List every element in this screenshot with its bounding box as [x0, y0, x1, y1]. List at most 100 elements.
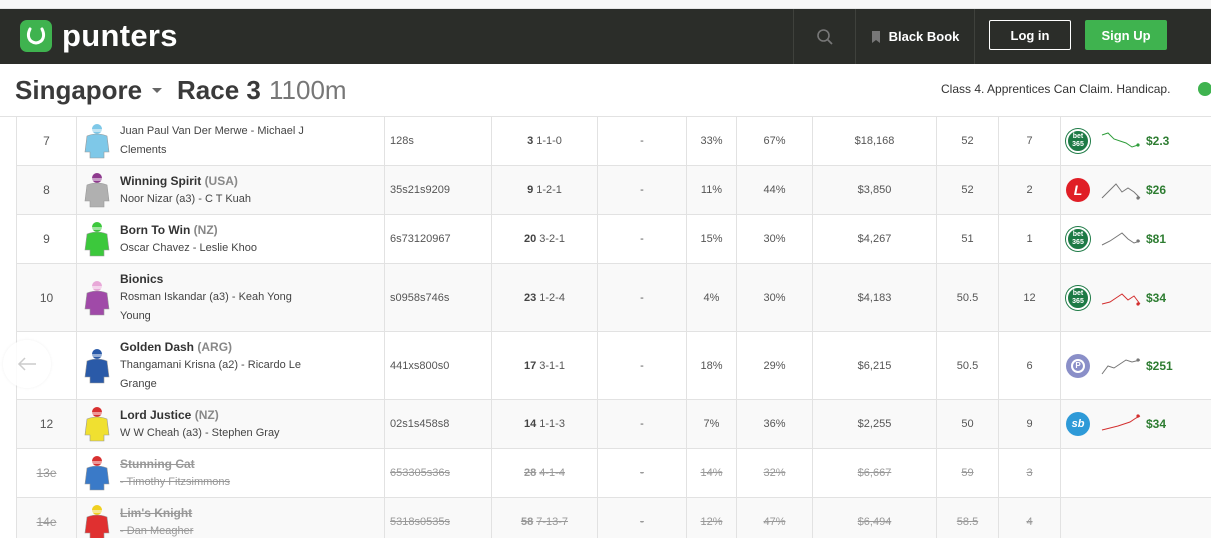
- jockey-trainer[interactable]: Oscar Chavez - Leslie Khoo: [120, 239, 320, 258]
- runner-cell[interactable]: Lim's Knight - Dan Meagher: [77, 498, 385, 538]
- jockey-trainer[interactable]: Noor Nizar (a3) - C T Kuah: [120, 190, 320, 209]
- horse-name[interactable]: Lim's Knight: [120, 504, 320, 522]
- odds-cell[interactable]: bet 365 $81: [1061, 215, 1211, 263]
- win-percent: 15%: [687, 215, 737, 263]
- odds-cell[interactable]: L $26: [1061, 166, 1211, 214]
- odds-cell[interactable]: P $251: [1061, 332, 1211, 399]
- jockey-silk-icon: [84, 456, 110, 491]
- place-percent: 30%: [737, 264, 813, 331]
- table-row[interactable]: 14e Lim's Knight - Dan Meagher 5318s0535…: [17, 498, 1211, 538]
- venue-selector[interactable]: Singapore: [15, 75, 163, 106]
- win-price[interactable]: $26: [1146, 183, 1166, 197]
- weight: 59: [937, 449, 999, 497]
- jockey-trainer[interactable]: - Timothy Fitzsimmons: [120, 473, 320, 492]
- race-distance: 1100m: [269, 75, 347, 105]
- win-price[interactable]: $2.3: [1146, 134, 1169, 148]
- bookmaker-bet365-icon[interactable]: bet 365: [1066, 227, 1090, 251]
- win-price[interactable]: $34: [1146, 291, 1166, 305]
- race-header: Singapore Race 3 1100m Class 4. Apprenti…: [0, 64, 1211, 117]
- table-row[interactable]: 12 Lord Justice (NZ) W W Cheah (a3) - St…: [17, 400, 1211, 449]
- runner-cell[interactable]: Bionics Rosman Iskandar (a3) - Keah Yong…: [77, 264, 385, 331]
- barrier: 4: [999, 498, 1061, 538]
- odds-cell[interactable]: bet 365 $34: [1061, 264, 1211, 331]
- runner-cell[interactable]: Winning Spirit (USA) Noor Nizar (a3) - C…: [77, 166, 385, 214]
- horse-name[interactable]: Golden Dash (ARG): [120, 338, 320, 356]
- place-percent: 30%: [737, 215, 813, 263]
- win-percent: 7%: [687, 400, 737, 448]
- table-row[interactable]: 9 Born To Win (NZ) Oscar Chavez - Leslie…: [17, 215, 1211, 264]
- runner-cell[interactable]: Lord Justice (NZ) W W Cheah (a3) - Steph…: [77, 400, 385, 448]
- career-record: 23 1-2-4: [492, 264, 598, 331]
- runner-cell[interactable]: Golden Dash (ARG) Thangamani Krisna (a2)…: [77, 332, 385, 399]
- jockey-trainer[interactable]: Thangamani Krisna (a2) - Ricardo Le Gran…: [120, 356, 320, 394]
- black-book-label: Black Book: [888, 29, 960, 44]
- odds-cell[interactable]: [1061, 449, 1211, 497]
- weight: 58.5: [937, 498, 999, 538]
- price-sparkline-icon: [1101, 357, 1141, 374]
- table-row[interactable]: 10 Bionics Rosman Iskandar (a3) - Keah Y…: [17, 264, 1211, 332]
- bookmaker-pointsbet-icon[interactable]: P: [1066, 353, 1090, 378]
- scroll-left-button[interactable]: [3, 340, 51, 388]
- prizemoney: $18,168: [813, 117, 937, 165]
- runner-cell[interactable]: Juan Paul Van Der Merwe - Michael J Clem…: [77, 117, 385, 165]
- barrier: 3: [999, 449, 1061, 497]
- black-book-link[interactable]: Black Book: [856, 9, 974, 64]
- logo-text: punters: [62, 18, 178, 53]
- horse-name[interactable]: Born To Win (NZ): [120, 221, 320, 239]
- jockey-trainer[interactable]: W W Cheah (a3) - Stephen Gray: [120, 424, 320, 443]
- venue-name: Singapore: [15, 75, 143, 105]
- win-price[interactable]: $34: [1146, 417, 1166, 431]
- horse-name[interactable]: Winning Spirit (USA): [120, 172, 320, 190]
- win-price[interactable]: $81: [1146, 232, 1166, 246]
- form-figures: 441xs800s0: [385, 332, 492, 399]
- table-row[interactable]: 13e Stunning Cat - Timothy Fitzsimmons 6…: [17, 449, 1211, 498]
- clock-icon[interactable]: [1198, 82, 1211, 96]
- runner-cell[interactable]: Stunning Cat - Timothy Fitzsimmons: [77, 449, 385, 497]
- barrier: 9: [999, 400, 1061, 448]
- bookmark-icon: [871, 30, 880, 43]
- punters-logo[interactable]: punters: [20, 20, 178, 52]
- signup-button[interactable]: Sign Up: [1085, 20, 1167, 50]
- horse-name[interactable]: Lord Justice (NZ): [120, 406, 320, 424]
- bookmaker-bet365-icon[interactable]: bet 365: [1066, 285, 1090, 310]
- career-record: 3 1-1-0: [492, 117, 598, 165]
- runner-cell[interactable]: Born To Win (NZ) Oscar Chavez - Leslie K…: [77, 215, 385, 263]
- search-button[interactable]: [794, 9, 855, 64]
- win-price[interactable]: $251: [1146, 359, 1173, 373]
- horse-name[interactable]: Bionics: [120, 270, 320, 288]
- table-row[interactable]: Golden Dash (ARG) Thangamani Krisna (a2)…: [17, 332, 1211, 400]
- rating-value: -: [598, 498, 687, 538]
- login-button[interactable]: Log in: [989, 20, 1071, 50]
- horse-name[interactable]: Stunning Cat: [120, 455, 320, 473]
- odds-cell[interactable]: [1061, 498, 1211, 538]
- bookmaker-ladbrokes-icon[interactable]: L: [1066, 178, 1090, 202]
- jockey-trainer[interactable]: - Dan Meagher: [120, 522, 320, 538]
- price-sparkline-icon: [1101, 132, 1140, 148]
- weight: 51: [937, 215, 999, 263]
- rating-value: -: [598, 449, 687, 497]
- price-sparkline-icon: [1101, 414, 1141, 431]
- jockey-trainer[interactable]: Rosman Iskandar (a3) - Keah Yong Young: [120, 288, 320, 326]
- runner-number: 8: [17, 166, 77, 214]
- odds-cell[interactable]: sb $34: [1061, 400, 1211, 448]
- jockey-silk-icon: [84, 505, 110, 538]
- rating-value: -: [598, 332, 687, 399]
- nav-divider: [974, 9, 975, 64]
- form-figures: 653305s36s: [385, 449, 492, 497]
- place-percent: 36%: [737, 400, 813, 448]
- table-row[interactable]: 7 Juan Paul Van Der Merwe - Michael J Cl…: [17, 117, 1211, 166]
- jockey-silk-icon: [84, 222, 110, 257]
- career-record: 17 3-1-1: [492, 332, 598, 399]
- weight: 50.5: [937, 264, 999, 331]
- jockey-trainer[interactable]: Juan Paul Van Der Merwe - Michael J Clem…: [120, 122, 320, 160]
- arrow-left-icon: [17, 357, 36, 371]
- bookmaker-bet365-icon[interactable]: bet 365: [1066, 129, 1090, 153]
- price-sparkline-icon: [1101, 183, 1141, 200]
- form-figures: 5318s0535s: [385, 498, 492, 538]
- career-record: 28 4-1-4: [492, 449, 598, 497]
- table-row[interactable]: 8 Winning Spirit (USA) Noor Nizar (a3) -…: [17, 166, 1211, 215]
- odds-cell[interactable]: bet 365 $2.3: [1061, 117, 1211, 165]
- bookmaker-sportsbet-icon[interactable]: sb: [1066, 412, 1090, 436]
- form-figures: 35s21s9209: [385, 166, 492, 214]
- rating-value: -: [598, 264, 687, 331]
